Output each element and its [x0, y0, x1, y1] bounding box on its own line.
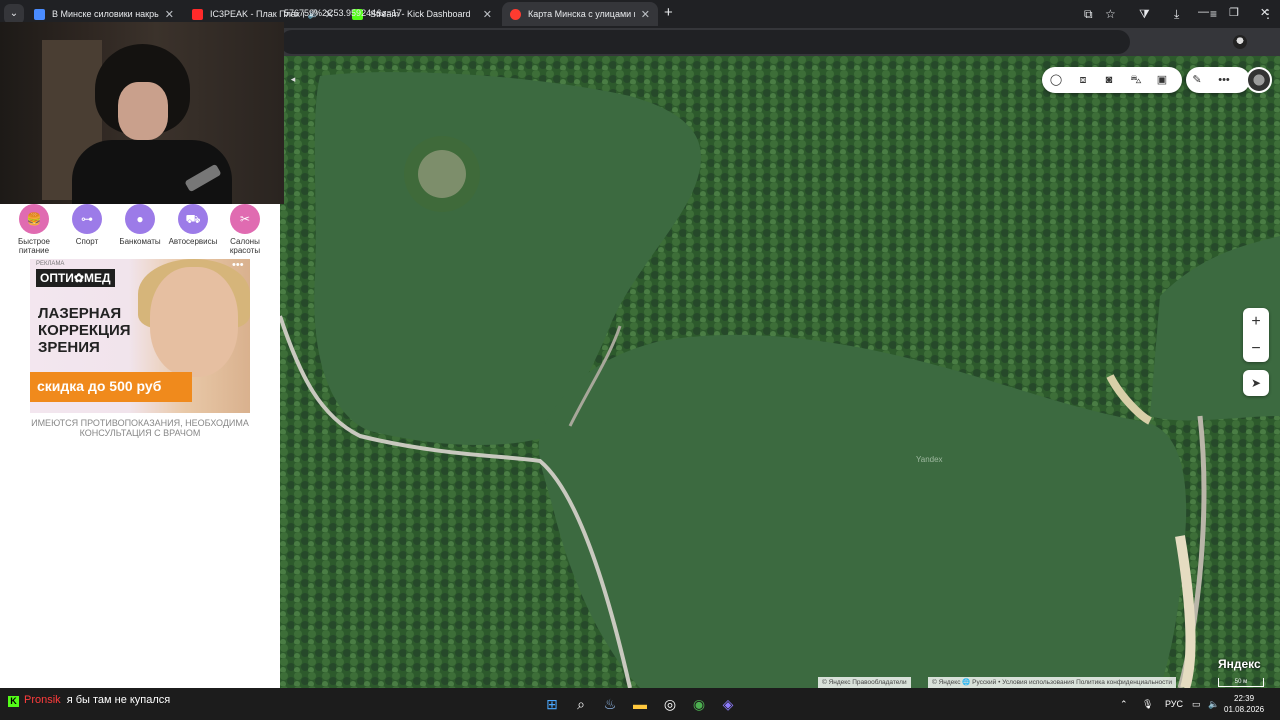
transit-icon[interactable]: ⛍	[1129, 73, 1143, 87]
copyright-right[interactable]: © Яндекс 🌐 Русский • Условия использован…	[928, 677, 1177, 688]
bookmark-star-icon[interactable]: ☆	[1105, 7, 1116, 21]
tab-favicon	[510, 8, 521, 20]
tray-chevron-icon[interactable]: ⌃	[1120, 699, 1128, 710]
chat-overlay: K Pronsik я бы там не купался	[8, 694, 170, 707]
copyright-left[interactable]: © Яндекс Правообладатели	[818, 677, 911, 688]
restore-icon[interactable]: ❐	[1229, 6, 1239, 19]
ad-brand-logo: ОПТИ✿МЕД	[36, 269, 115, 287]
install-app-icon[interactable]: ⧉	[1084, 7, 1093, 21]
search-icon[interactable]: ⌕	[572, 695, 590, 713]
ad-discount: скидка до 500 руб	[30, 372, 192, 402]
map-user-avatar[interactable]	[1246, 67, 1272, 93]
ad-headline: ЛАЗЕРНАЯ КОРРЕКЦИЯ ЗРЕНИЯ	[38, 305, 131, 356]
geolocation-button[interactable]: ➤	[1243, 370, 1269, 396]
yandex-logo: Яндекс	[1218, 657, 1261, 671]
map-scale: 50 м	[1218, 678, 1264, 687]
network-icon[interactable]: ▭	[1192, 699, 1201, 710]
traffic-icon[interactable]: ▣	[1155, 73, 1169, 87]
car-icon: ⛟	[178, 204, 208, 234]
tab-search-button[interactable]: ⌄	[4, 4, 24, 24]
ad-disclaimer: ИМЕЮТСЯ ПРОТИВОПОКАЗАНИЯ, НЕОБХОДИМА КОН…	[31, 418, 249, 438]
chrome-icon[interactable]: ◉	[690, 695, 708, 713]
windows-start-icon[interactable]: ⊞	[543, 695, 561, 713]
chat-nick: Pronsik	[24, 694, 61, 706]
webcam-overlay	[0, 22, 284, 204]
ad-banner[interactable]: РЕКЛАМА ОПТИ✿МЕД ••• ЛАЗЕРНАЯ КОРРЕКЦИЯ …	[30, 259, 250, 413]
system-clock[interactable]: 22:39 01.08.2026	[1224, 693, 1264, 715]
clock-time: 22:39	[1234, 694, 1255, 703]
address-bar[interactable]	[280, 30, 1130, 54]
zoom-out-button[interactable]: −	[1243, 335, 1269, 362]
minimize-icon[interactable]: —	[1198, 6, 1209, 18]
category-car-service[interactable]: ⛟ Автосервисы	[166, 204, 220, 246]
webcam-person-face	[118, 82, 168, 140]
panorama-icon[interactable]: ⧈	[1076, 73, 1090, 87]
more-dots-icon[interactable]: •••	[1217, 73, 1231, 87]
chat-message: я бы там не купался	[66, 694, 171, 706]
menu-dots-icon[interactable]: ⋮	[1262, 7, 1274, 21]
ruler-icon[interactable]: ✎	[1190, 73, 1204, 87]
profile-avatar[interactable]	[1233, 35, 1247, 49]
tab-close-icon[interactable]: ✕	[483, 8, 492, 21]
new-tab-button[interactable]: +	[664, 5, 673, 21]
kick-icon: K	[8, 696, 19, 707]
file-explorer-icon[interactable]: ▬	[631, 695, 649, 713]
satellite-imagery	[280, 56, 1280, 688]
ad-photo-face	[150, 267, 238, 377]
tab-yandex-map[interactable]: Карта Минска с улицами и но ✕	[502, 2, 658, 26]
tab-title: В Минске силовики накрыли	[52, 9, 159, 19]
dumbbell-icon: ⊶	[72, 204, 102, 234]
extensions-icon[interactable]: ⧩	[1139, 7, 1150, 21]
tab-close-icon[interactable]: ✕	[641, 8, 650, 21]
layers-icon[interactable]: ◯	[1049, 73, 1063, 87]
ad-tag: РЕКЛАМА	[36, 261, 65, 267]
map-watermark: Yandex	[916, 455, 943, 464]
category-sport[interactable]: ⊶ Спорт	[60, 204, 114, 246]
category-label: Салоны красоты	[229, 237, 261, 255]
reading-list-icon[interactable]: ≡	[1210, 7, 1217, 21]
tab-favicon	[192, 8, 203, 20]
category-label: Спорт	[75, 237, 99, 246]
zoom-in-button[interactable]: +	[1243, 308, 1269, 335]
avatar-image	[1248, 69, 1270, 91]
category-label: Банкоматы	[119, 237, 161, 246]
camera-icon[interactable]: ◙	[1102, 73, 1116, 87]
category-fast-food[interactable]: 🍔 Быстрое питание	[7, 204, 61, 255]
ad-more-icon[interactable]: •••	[232, 259, 244, 271]
url-text[interactable]: 576759%2C53.959244&z=17	[284, 8, 402, 18]
collapse-panel-icon[interactable]: ◂	[284, 70, 302, 88]
category-beauty-salons[interactable]: ✂ Салоны красоты	[218, 204, 272, 255]
coins-icon: ●	[125, 204, 155, 234]
steam-icon[interactable]: ♨	[601, 695, 619, 713]
burger-icon: 🍔	[19, 204, 49, 234]
category-label: Автосервисы	[168, 237, 218, 246]
microphone-icon[interactable]: 🎙	[1142, 699, 1153, 710]
tab-favicon	[34, 8, 45, 20]
satellite-map[interactable]: Yandex	[280, 56, 1280, 688]
map-sidebar: 🍔 Быстрое питание ⊶ Спорт ● Банкоматы ⛟ …	[0, 204, 280, 688]
category-label: Быстрое питание	[17, 237, 50, 255]
obs-icon[interactable]: ◎	[661, 695, 679, 713]
volume-icon[interactable]: 🔈	[1208, 699, 1219, 710]
tab-title: Карта Минска с улицами и но	[528, 9, 635, 19]
zoom-control: + −	[1243, 308, 1269, 362]
category-atm[interactable]: ● Банкоматы	[113, 204, 167, 246]
twitch-icon[interactable]: ◈	[719, 695, 737, 713]
clock-date: 01.08.2026	[1224, 705, 1265, 714]
download-icon[interactable]: ⤓	[1174, 7, 1179, 21]
tab-close-icon[interactable]: ✕	[165, 8, 174, 21]
input-language[interactable]: РУС	[1165, 699, 1183, 709]
scissors-icon: ✂	[230, 204, 260, 234]
